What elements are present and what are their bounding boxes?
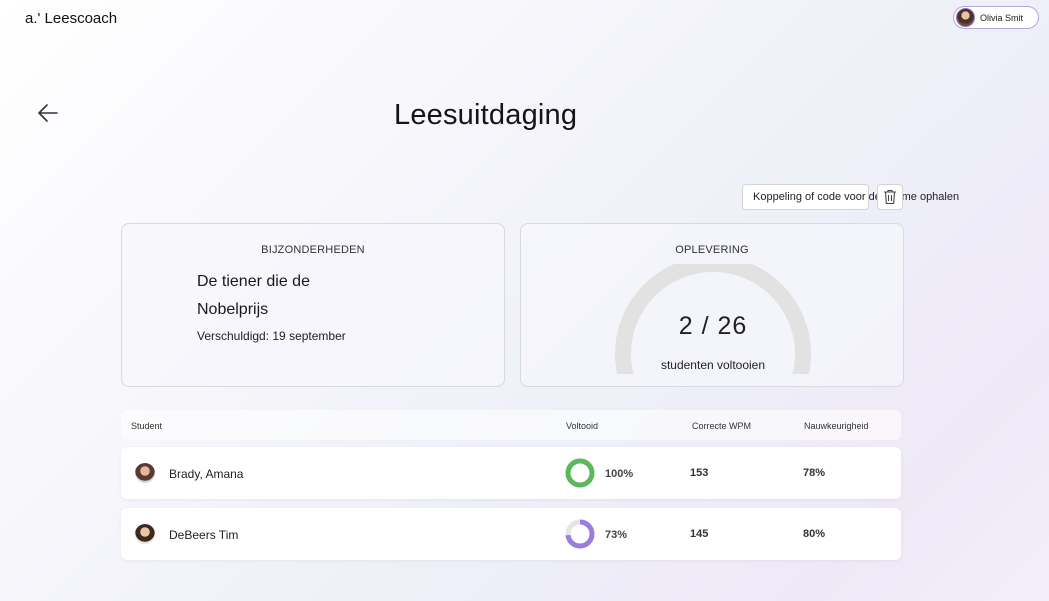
get-join-link-button[interactable]: Koppeling of code voor deelname ophalen xyxy=(742,184,959,210)
trash-icon xyxy=(884,189,896,205)
student-avatar xyxy=(135,463,155,483)
column-wpm[interactable]: Correcte WPM xyxy=(692,421,751,431)
completion-ring xyxy=(565,519,595,549)
completed-percent: 100% xyxy=(605,468,634,480)
student-avatar xyxy=(135,524,155,544)
submission-heading: OPLEVERING xyxy=(675,244,749,256)
completion-count: 2 / 26 xyxy=(678,312,748,340)
user-menu-button[interactable]: Olivia Smit xyxy=(953,6,1039,29)
user-name: Olivia Smit xyxy=(980,12,1024,23)
column-completed[interactable]: Voltooid xyxy=(566,421,598,431)
student-name: DeBeers Tim xyxy=(169,528,239,542)
delete-button[interactable] xyxy=(877,184,903,210)
details-heading: BIJZONDERHEDEN xyxy=(261,244,365,256)
wpm-value: 153 xyxy=(690,467,709,479)
book-title: De tiener die de Nobelprijs xyxy=(197,268,397,324)
column-accuracy[interactable]: Nauwkeurigheid xyxy=(804,421,869,431)
back-arrow-icon[interactable] xyxy=(36,101,60,125)
student-name: Brady, Amana xyxy=(169,467,244,481)
submission-card: OPLEVERING 2 / 26 studenten voltooien xyxy=(520,223,904,387)
wpm-value: 145 xyxy=(690,528,709,540)
book-title-line-1: De tiener die de xyxy=(197,273,310,290)
accuracy-value: 80% xyxy=(803,528,826,540)
accuracy-value: 78% xyxy=(803,467,826,479)
completion-label: studenten voltooien xyxy=(660,358,766,372)
details-card: BIJZONDERHEDEN De tiener die de Nobelpri… xyxy=(121,223,505,387)
table-row[interactable]: DeBeers Tim 73% 145 80% xyxy=(121,508,901,560)
get-join-link-label: Koppeling of code voor deelname ophalen xyxy=(753,191,960,203)
due-date: Verschuldigd: 19 september xyxy=(197,329,346,343)
column-student[interactable]: Student xyxy=(131,421,162,431)
completion-ring xyxy=(565,458,595,488)
app-title: a.' Leescoach xyxy=(25,10,118,27)
completed-percent: 73% xyxy=(605,529,628,541)
table-row[interactable]: Brady, Amana 100% 153 78% xyxy=(121,447,901,499)
ring-fill xyxy=(565,458,595,488)
user-avatar xyxy=(956,8,975,27)
students-table: Student Voltooid Correcte WPM Nauwkeurig… xyxy=(121,410,901,560)
book-title-line-2: Nobelprijs xyxy=(197,301,269,318)
page-title: Leesuitdaging xyxy=(394,99,578,131)
table-header: Student Voltooid Correcte WPM Nauwkeurig… xyxy=(121,410,901,440)
